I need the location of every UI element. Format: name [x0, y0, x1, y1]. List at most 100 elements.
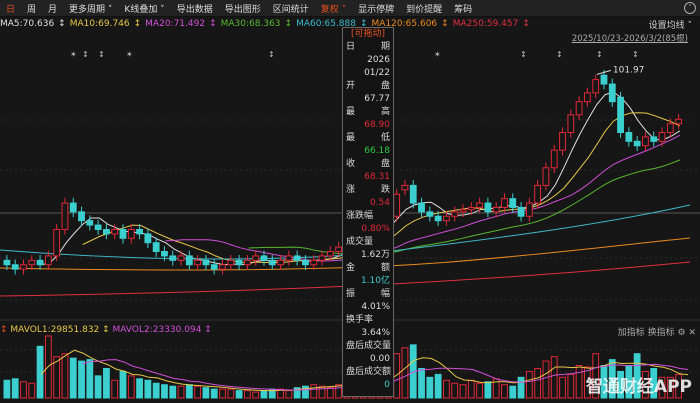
candle-body [476, 202, 483, 208]
volume-bar [119, 370, 127, 399]
candle-body [600, 74, 608, 85]
volume-bar [194, 385, 202, 399]
volume-bar [310, 384, 318, 399]
candle-body [161, 251, 168, 257]
toolbar-item-11[interactable]: 筹码 [448, 2, 478, 15]
amt-label-2: 额 [380, 263, 390, 273]
toolbar-item-3[interactable]: 更多周期 ˅ [63, 2, 118, 15]
ma-toggle-icon[interactable]: ↕ [58, 19, 66, 29]
candle-body [202, 259, 210, 266]
candle-body [517, 206, 525, 217]
volume-bar [260, 390, 268, 399]
volume-bar [152, 382, 160, 399]
event-marker-icon: ↕ [268, 50, 275, 59]
collapse-icon[interactable]: ˅ [684, 2, 696, 14]
set-ma-button[interactable]: 设置均线 ˅ [649, 18, 692, 31]
volume-bar [509, 385, 517, 399]
candle-body [326, 251, 334, 257]
candle-body [658, 132, 666, 142]
ma-legend-item: MA10:69.746 [69, 19, 130, 29]
toolbar-item-0[interactable]: 日 [0, 2, 21, 15]
volume-bar [177, 385, 185, 399]
candle-body [169, 255, 177, 261]
mavol2-label: MAVOL2:23330.094 [112, 325, 202, 335]
volume-bar [235, 390, 243, 399]
volume-bar [534, 367, 542, 399]
toolbar-item-6[interactable]: 导出图形 [219, 2, 267, 15]
date-range-label[interactable]: 2025/10/23-2026/3/2(85根) [572, 32, 688, 44]
data-tooltip[interactable]: [可拖动] 日期 2026 01/22 开盘 67.77 最高 68.90 最低… [342, 27, 394, 397]
vol-label: 成交量 [346, 237, 374, 247]
volume-bar [401, 347, 409, 399]
toolbar-item-4[interactable]: K线叠加 ˅ [118, 2, 170, 15]
afterhours-amt-value: 0 [384, 380, 390, 390]
candle-body [119, 228, 127, 239]
candle-body [152, 242, 160, 253]
date-year: 2026 [367, 55, 390, 65]
candle-body [492, 206, 500, 213]
ma-legend-item: MA20:71.492 [145, 19, 206, 29]
afterhours-vol-label: 盘后成交量 [346, 341, 392, 351]
amp-value: 4.01% [361, 302, 390, 312]
ma-toggle-icon[interactable]: ↕ [134, 19, 142, 29]
candle-body [53, 228, 61, 257]
afterhours-amt-label: 盘后成交额 [346, 367, 392, 377]
candle-body [633, 140, 641, 147]
candle-body [194, 259, 202, 266]
pct-label: 涨跌幅 [346, 211, 374, 221]
high-label-1: 最 [346, 107, 356, 117]
candle-body [111, 228, 119, 235]
amp-label-2: 幅 [380, 289, 390, 299]
tooltip-drag-header[interactable]: [可拖动] [346, 28, 390, 41]
candle-body [78, 211, 85, 222]
toolbar-item-1[interactable]: 周 [21, 2, 42, 15]
ma-toggle-icon[interactable]: ↕ [522, 19, 530, 29]
candle-body [293, 255, 301, 261]
amt-value: 1.10亿 [360, 276, 390, 286]
event-marker-icon: ↕ [98, 50, 105, 59]
open-label-2: 盘 [380, 81, 390, 91]
toolbar-item-9[interactable]: 显示停牌 [352, 2, 400, 15]
mavol1-label: MAVOL1:29851.832 [10, 325, 100, 335]
volume-legend: ↕ MAVOL1:29851.832 ↕ MAVOL2:23330.094 ↕ [0, 325, 212, 335]
toolbar-item-10[interactable]: 到价提醒 [400, 2, 448, 15]
volume-bar [219, 388, 226, 399]
ma-toggle-icon[interactable]: ↕ [285, 19, 293, 29]
toolbar-item-2[interactable]: 月 [42, 2, 63, 15]
candle-body [252, 255, 260, 261]
event-marker-icon: ↕ [82, 50, 89, 59]
high-value: 68.90 [364, 120, 390, 130]
close-icon[interactable]: ✕ [688, 328, 696, 338]
candle-body [625, 132, 633, 142]
gear-icon[interactable]: ⚙ [678, 328, 686, 338]
vol-value: 1.62万 [360, 250, 390, 260]
candle-body [525, 202, 533, 217]
candle-body [302, 259, 309, 266]
candle-body [260, 255, 268, 261]
volume-bar [418, 367, 425, 399]
volume-bar [542, 360, 550, 399]
event-marker-icon: ↕ [632, 50, 639, 59]
volume-bar [127, 375, 135, 399]
change-indicator-button[interactable]: 换指标 [648, 328, 675, 338]
open-value: 67.77 [364, 94, 390, 104]
volume-bar [484, 381, 492, 399]
volume-bar [202, 387, 210, 399]
add-indicator-button[interactable]: 加指标 [618, 328, 645, 338]
candle-body [608, 83, 616, 103]
ma-toggle-icon[interactable]: ↕ [441, 19, 449, 29]
ma20-line [165, 134, 681, 262]
toolbar-item-5[interactable]: 导出数据 [171, 2, 219, 15]
close-value: 68.31 [364, 172, 390, 182]
candle-body [509, 198, 517, 208]
toolbar-item-8[interactable]: 复权 ˅ [315, 2, 352, 15]
candle-body [583, 92, 591, 103]
volume-bar [567, 373, 575, 399]
date-md: 01/22 [364, 68, 390, 78]
toolbar-item-7[interactable]: 区间统计 [267, 2, 315, 15]
ma-toggle-icon[interactable]: ↕ [209, 19, 217, 29]
close-label-1: 收 [346, 159, 356, 169]
volume-bar [36, 345, 44, 399]
volume-bar [161, 384, 168, 399]
candle-body [20, 264, 27, 270]
